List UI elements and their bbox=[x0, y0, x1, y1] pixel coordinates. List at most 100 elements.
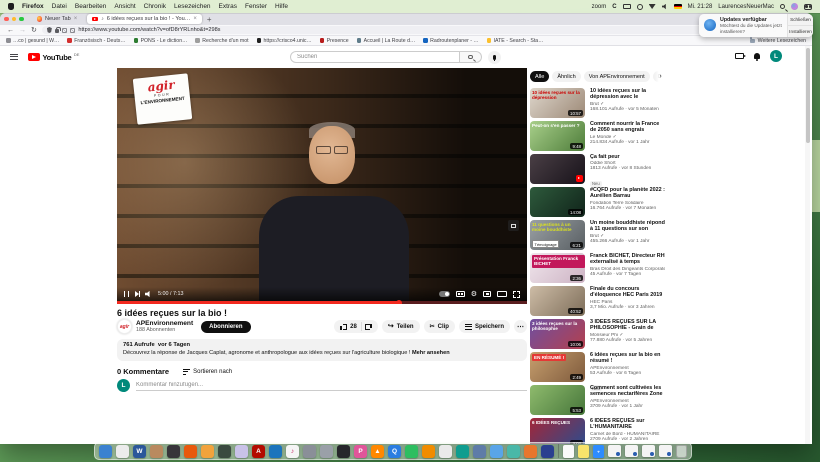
control-center-icon[interactable] bbox=[804, 4, 812, 10]
dock-music-icon[interactable]: ♪ bbox=[286, 445, 299, 458]
more-bookmarks-button[interactable]: Weitere Lesezeichen bbox=[750, 38, 806, 44]
suggestion-thumbnail[interactable]: 10 idées reçues sur la dépression10:57 bbox=[530, 88, 585, 118]
subtitles-button[interactable] bbox=[456, 291, 465, 298]
dock-preview-icon[interactable] bbox=[150, 445, 163, 458]
create-video-icon[interactable] bbox=[735, 53, 744, 59]
dock-folder-blue-icon[interactable] bbox=[490, 445, 503, 458]
url-bar[interactable]: https://www.youtube.com/watch?v=ofD8rYRL… bbox=[42, 26, 783, 35]
mic-permission-icon[interactable] bbox=[70, 28, 75, 33]
menubar-menu-chronik[interactable]: Chronik bbox=[144, 3, 166, 10]
autoplay-toggle[interactable] bbox=[439, 291, 450, 297]
dock-dark-green-app-icon[interactable] bbox=[218, 445, 231, 458]
guide-menu-icon[interactable] bbox=[10, 54, 18, 60]
back-button[interactable]: ← bbox=[7, 27, 14, 34]
suggestion-thumbnail[interactable]: 40:52 bbox=[530, 286, 585, 316]
zoom-c-icon[interactable]: C bbox=[612, 4, 616, 10]
menubar-menu-hilfe[interactable]: Hilfe bbox=[275, 3, 288, 10]
description-box[interactable]: 761 Aufrufe vor 6 Tagen Découvrez la rép… bbox=[117, 339, 527, 361]
like-count[interactable]: 28 bbox=[350, 324, 357, 330]
notification-close-button[interactable]: Schließen bbox=[788, 14, 813, 25]
forward-button[interactable]: → bbox=[19, 27, 26, 34]
miniplayer-button[interactable] bbox=[483, 291, 491, 297]
dock-evernote-icon[interactable] bbox=[405, 445, 418, 458]
suggestion-thumbnail[interactable]: 6 IDÉES REÇUES3:02 bbox=[530, 418, 585, 444]
suggestion-item[interactable]: Présentation Franck BICHET2:36Franck BIC… bbox=[530, 253, 665, 283]
suggestion-item[interactable]: 40:52Finale du concours d'éloquence HEC … bbox=[530, 286, 665, 316]
page-scrollbar[interactable] bbox=[805, 46, 810, 444]
channel-avatar[interactable]: agir bbox=[117, 319, 132, 334]
dock-teal-app-icon[interactable] bbox=[456, 445, 469, 458]
tracking-shield-icon[interactable] bbox=[47, 27, 52, 33]
dock-stickies-icon[interactable] bbox=[578, 445, 589, 458]
dock-text-doc-icon[interactable] bbox=[563, 445, 574, 458]
notification-install-button[interactable]: Installieren bbox=[788, 25, 813, 37]
show-more-link[interactable]: Mehr ansehen bbox=[412, 350, 450, 356]
suggestion-item[interactable]: 6 IDÉES REÇUES3:026 IDÉES REÇUES sur L'H… bbox=[530, 418, 665, 444]
suggestion-item[interactable]: 11 questions à un moine bouddhisteTémoig… bbox=[530, 220, 665, 250]
dislike-icon[interactable] bbox=[366, 324, 372, 330]
wifi-icon[interactable] bbox=[649, 4, 656, 9]
dock-photos-icon[interactable] bbox=[116, 445, 129, 458]
suggestion-thumbnail[interactable]: 14:08 bbox=[530, 187, 585, 217]
dock-book-icon[interactable] bbox=[422, 445, 435, 458]
chips-scroll-arrow[interactable]: › bbox=[655, 71, 666, 82]
dock-camera-icon[interactable] bbox=[303, 445, 316, 458]
dock-window-1-icon[interactable] bbox=[608, 445, 621, 457]
search-button[interactable] bbox=[460, 51, 482, 63]
dock-window-3-icon[interactable] bbox=[642, 445, 655, 457]
dock-word-icon[interactable]: W bbox=[133, 445, 146, 458]
dock-window-4-icon[interactable] bbox=[659, 445, 672, 457]
settings-gear-icon[interactable]: ⚙ bbox=[471, 291, 477, 298]
dock-folder-teal-icon[interactable] bbox=[507, 445, 520, 458]
reload-button[interactable]: ↻ bbox=[31, 27, 37, 34]
menubar-menu-lesezeichen[interactable]: Lesezeichen bbox=[174, 3, 211, 10]
keyboard-layout-german-flag-icon[interactable] bbox=[674, 4, 682, 10]
dock-blue-circle-app-icon[interactable] bbox=[541, 445, 554, 458]
next-video-button[interactable] bbox=[135, 291, 139, 297]
bookmark-item[interactable]: IATE - Search - Sta… bbox=[487, 38, 544, 44]
time-machine-icon[interactable] bbox=[637, 4, 643, 10]
dock-keyboard-icon[interactable] bbox=[473, 445, 486, 458]
bookmark-item[interactable]: Radroutenplaner - … bbox=[423, 38, 478, 44]
siri-icon[interactable] bbox=[791, 3, 798, 10]
suggestion-thumbnail[interactable]: EN RÉSUMÉ !2:49 bbox=[530, 352, 585, 382]
dock-color-wheel-icon[interactable] bbox=[235, 445, 248, 458]
bookmark-item[interactable]: Accueil | La Route d… bbox=[357, 38, 416, 44]
dock-window-2-icon[interactable] bbox=[625, 445, 638, 457]
clip-button[interactable]: ✂ Clip bbox=[424, 320, 455, 333]
dock-thunderbird-icon[interactable] bbox=[269, 445, 282, 458]
camera-permission-icon[interactable] bbox=[62, 28, 67, 33]
spotlight-icon[interactable] bbox=[780, 4, 785, 9]
bookmark-item[interactable]: Französisch - Deuts… bbox=[67, 38, 125, 44]
filter-chip[interactable]: Von APEnvironnement bbox=[584, 71, 650, 82]
theater-mode-button[interactable] bbox=[497, 291, 507, 297]
bookmark-item[interactable]: https://crisco4.unic… bbox=[257, 38, 312, 44]
tab-close-icon[interactable]: × bbox=[74, 16, 78, 22]
new-tab-button[interactable]: + bbox=[207, 15, 212, 24]
player-cards-icon[interactable] bbox=[508, 220, 519, 231]
dock-dark-circle-icon[interactable] bbox=[337, 445, 350, 458]
suggestion-item[interactable]: 5:53Comment sont cultivées les semences … bbox=[530, 385, 665, 415]
bookmark-item[interactable]: Recherche d'un mot bbox=[195, 38, 248, 44]
menubar-menu-fenster[interactable]: Fenster bbox=[245, 3, 267, 10]
suggestion-item[interactable]: 3 idées reçues sur la philosophie10:063 … bbox=[530, 319, 665, 349]
menubar-menu-extras[interactable]: Extras bbox=[219, 3, 237, 10]
menubar-menu-ansicht[interactable]: Ansicht bbox=[114, 3, 135, 10]
dock-trash-icon[interactable] bbox=[676, 445, 687, 458]
channel-name[interactable]: APEnvironnement bbox=[136, 320, 193, 327]
suggestion-item[interactable]: 10 idées reçues sur la dépression10:5710… bbox=[530, 88, 665, 118]
search-input[interactable] bbox=[290, 51, 460, 63]
display-icon[interactable] bbox=[623, 4, 631, 9]
share-button[interactable]: ↪ Teilen bbox=[382, 320, 420, 333]
dock-quicktime-icon[interactable]: Q bbox=[388, 445, 401, 458]
dock-grid-app-icon[interactable] bbox=[524, 445, 537, 458]
scrollbar-thumb[interactable] bbox=[806, 48, 810, 143]
dock-finder-icon[interactable] bbox=[99, 445, 112, 458]
tab-youtube-active[interactable]: ♪ 6 idées reçues sur la bio ! - You… × bbox=[87, 14, 202, 24]
menubar-user[interactable]: LaurencesNeuerMac bbox=[718, 4, 774, 10]
zoom-status-item[interactable]: zoom bbox=[592, 4, 607, 10]
window-zoom-button[interactable] bbox=[19, 17, 24, 22]
suggestion-thumbnail[interactable]: Présentation Franck BICHET2:36 bbox=[530, 253, 585, 283]
dock-launchpad-icon[interactable] bbox=[320, 445, 333, 458]
dock-vlc-icon[interactable]: ▲ bbox=[371, 445, 384, 458]
